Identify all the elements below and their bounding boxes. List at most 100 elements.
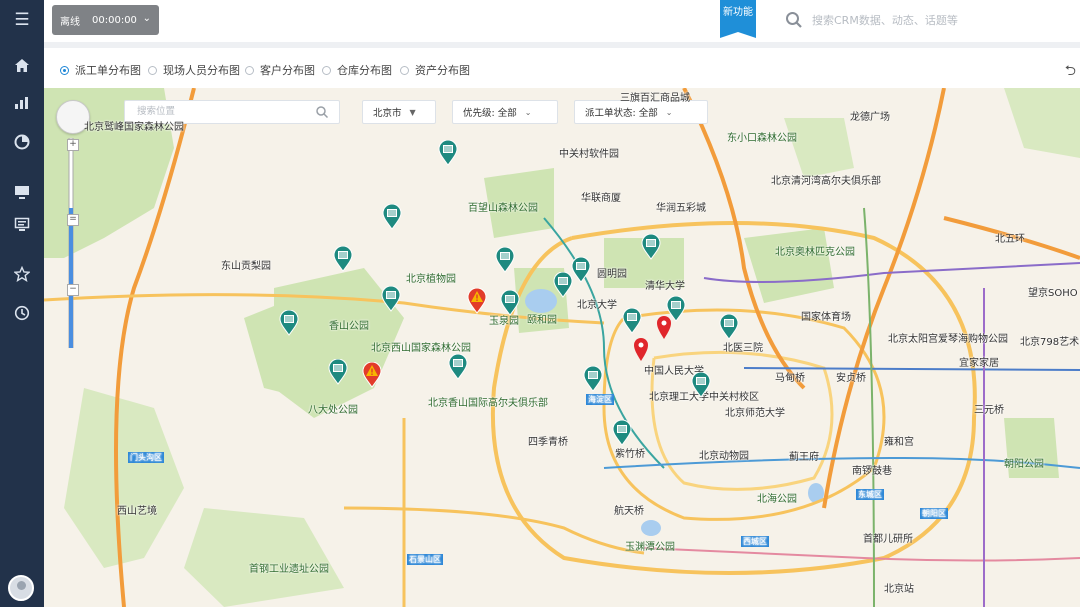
map-canvas[interactable]: + = − 搜索位置 北京市 ▼ 优先级: 全部 ⌄ 派工单状态: 全部 ⌄ 北京鹫峰… <box>44 88 1080 607</box>
map-label: 紫竹桥 <box>615 449 645 460</box>
work-order-marker[interactable] <box>719 314 739 340</box>
map-label: 北京动物园 <box>699 451 749 462</box>
work-order-marker[interactable] <box>438 140 458 166</box>
work-order-marker[interactable] <box>583 366 603 392</box>
map-label: 北京清河湾高尔夫俱乐部 <box>771 176 881 187</box>
map-label: 北京站 <box>884 584 914 595</box>
map-label: 雍和宫 <box>884 437 914 448</box>
map-label: 蓟王府 <box>789 452 819 463</box>
district-label: 西城区 <box>741 536 769 547</box>
work-order-marker[interactable] <box>691 372 711 398</box>
map-label: 北京太阳宫爱琴海购物公园 <box>888 334 1008 345</box>
work-order-marker[interactable] <box>328 359 348 385</box>
map-label: 圆明园 <box>597 269 627 280</box>
work-order-marker[interactable] <box>641 234 661 260</box>
priority-value: 全部 <box>497 108 517 119</box>
tab-label: 仓库分布图 <box>337 64 392 77</box>
tab-field-staff[interactable]: 现场人员分布图 <box>148 62 240 78</box>
map-label: 朝阳公园 <box>1004 459 1044 470</box>
menu-icon[interactable]: ☰ <box>0 5 44 35</box>
district-label: 海淀区 <box>586 394 614 405</box>
zoom-out-button[interactable]: − <box>67 284 79 296</box>
map-label: 北京香山国际高尔夫俱乐部 <box>428 398 548 409</box>
monitor-icon[interactable] <box>0 177 44 207</box>
screen-icon[interactable] <box>0 209 44 239</box>
map-label: 宜家家居 <box>959 358 999 369</box>
map-label: 北京西山国家森林公园 <box>371 343 471 354</box>
search-icon[interactable] <box>784 10 804 30</box>
map-label: 北海公园 <box>757 494 797 505</box>
map-label: 四季青桥 <box>528 437 568 448</box>
work-order-marker[interactable] <box>382 204 402 230</box>
work-order-marker[interactable] <box>553 272 573 298</box>
location-pin-icon[interactable] <box>654 314 674 340</box>
map-label: 华润五彩城 <box>656 203 706 214</box>
zoom-handle[interactable]: = <box>67 214 79 226</box>
search-icon[interactable] <box>315 105 329 119</box>
star-icon[interactable] <box>0 259 44 289</box>
map-label: 安贞桥 <box>836 373 866 384</box>
history-icon[interactable] <box>0 298 44 328</box>
map-label: 颐和园 <box>527 315 557 326</box>
priority-select[interactable]: 优先级: 全部 ⌄ <box>452 100 558 124</box>
map-label: 望京SOHO <box>1028 288 1078 299</box>
district-label: 门头沟区 <box>128 452 164 463</box>
zoom-in-button[interactable]: + <box>67 139 79 151</box>
work-order-marker[interactable] <box>448 354 468 380</box>
tab-dispatch-orders[interactable]: 派工单分布图 <box>60 62 141 78</box>
warning-marker-icon[interactable] <box>467 288 487 314</box>
tab-label: 客户分布图 <box>260 64 315 77</box>
order-status-value: 全部 <box>638 108 658 119</box>
district-label: 石景山区 <box>407 554 443 565</box>
work-order-marker[interactable] <box>622 308 642 334</box>
global-search-input[interactable]: 搜索CRM数据、动态、话题等 <box>812 12 958 28</box>
map-label: 东山贡梨园 <box>221 261 271 272</box>
map-label: 香山公园 <box>329 321 369 332</box>
map-label: 百望山森林公园 <box>468 203 538 214</box>
work-order-marker[interactable] <box>333 246 353 272</box>
work-order-marker[interactable] <box>495 247 515 273</box>
online-status-select[interactable]: 离线 00:00:00 ⌄ <box>52 5 159 35</box>
status-time: 00:00:00 <box>92 14 137 26</box>
map-label: 马甸桥 <box>775 373 805 384</box>
chevron-down-icon: ⌄ <box>524 107 532 117</box>
work-order-marker[interactable] <box>381 286 401 312</box>
top-bar: 离线 00:00:00 ⌄ 新功能 搜索CRM数据、动态、话题等 <box>44 0 1080 42</box>
order-status-label: 派工单状态: <box>585 108 636 119</box>
tab-label: 现场人员分布图 <box>163 64 240 77</box>
work-order-marker[interactable] <box>612 420 632 446</box>
tab-warehouses[interactable]: 仓库分布图 <box>322 62 392 78</box>
map-label: 清华大学 <box>645 281 685 292</box>
location-pin-icon[interactable] <box>631 336 651 362</box>
district-label: 东城区 <box>856 489 884 500</box>
tab-assets[interactable]: 资产分布图 <box>400 62 470 78</box>
map-label: 北五环 <box>995 234 1025 245</box>
priority-label: 优先级: <box>463 108 495 119</box>
status-label: 离线 <box>60 16 80 28</box>
tab-customers[interactable]: 客户分布图 <box>245 62 315 78</box>
new-feature-badge[interactable]: 新功能 <box>720 0 756 38</box>
back-icon[interactable]: ⮌ <box>1065 60 1076 84</box>
location-search-placeholder: 搜索位置 <box>137 106 176 117</box>
map-label: 北京798艺术区 <box>1020 337 1080 348</box>
bar-chart-icon[interactable] <box>0 88 44 118</box>
city-select[interactable]: 北京市 ▼ <box>362 100 436 124</box>
map-label: 八大处公园 <box>308 405 358 416</box>
map-label: 首都儿研所 <box>863 534 913 545</box>
work-order-marker[interactable] <box>500 290 520 316</box>
work-order-marker[interactable] <box>279 310 299 336</box>
map-label: 三元桥 <box>974 405 1004 416</box>
map-label: 航天桥 <box>614 506 644 517</box>
map-label: 玉渊潭公园 <box>625 542 675 553</box>
avatar[interactable] <box>8 575 34 601</box>
map-label: 南锣鼓巷 <box>852 466 892 477</box>
map-label: 龙德广场 <box>850 112 890 123</box>
map-label: 北京大学 <box>577 300 617 311</box>
home-icon[interactable] <box>0 50 44 80</box>
pie-chart-icon[interactable] <box>0 127 44 157</box>
work-order-marker[interactable] <box>571 257 591 283</box>
map-label: 西山艺境 <box>117 506 157 517</box>
warning-marker-icon[interactable] <box>362 362 382 388</box>
zoom-slider[interactable] <box>67 138 75 348</box>
map-label: 北京师范大学 <box>725 408 785 419</box>
